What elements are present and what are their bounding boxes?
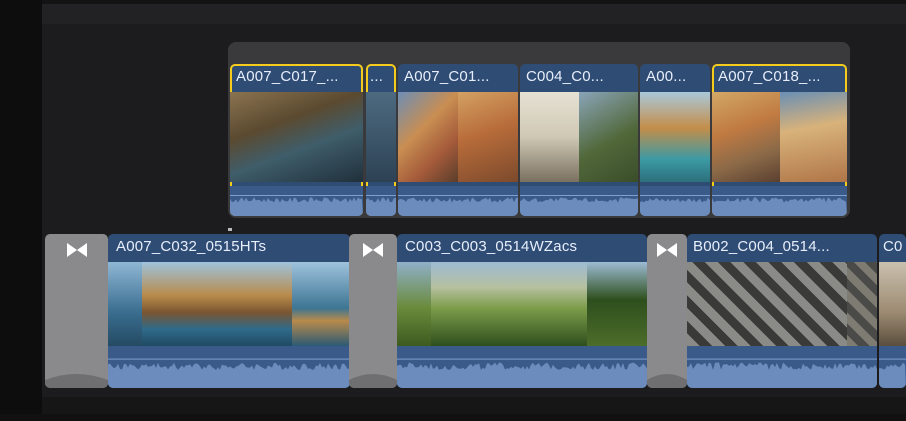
clip-filmstrip	[108, 262, 350, 346]
clip-title: A007_C017_...	[236, 68, 339, 85]
clip-filmstrip	[520, 92, 638, 182]
clip-filmstrip	[879, 262, 906, 346]
clip-filmstrip	[712, 92, 847, 182]
clip-audio-waveform	[879, 346, 906, 388]
filmstrip-frame	[579, 92, 638, 182]
clip-audio-waveform	[520, 186, 638, 216]
primary-clip-1[interactable]: A007_C032_0515HTs	[108, 234, 350, 388]
clip-filmstrip	[398, 92, 518, 182]
filmstrip-frame	[520, 92, 579, 182]
clip-filmstrip	[687, 262, 877, 346]
bowtie-transition-icon	[647, 238, 687, 262]
clip-audio-waveform	[640, 186, 710, 216]
clip-audio-waveform	[687, 346, 877, 388]
transition-2[interactable]	[349, 234, 397, 388]
filmstrip-frame	[230, 92, 363, 182]
waveform-graphic	[712, 195, 847, 216]
filmstrip-frame	[397, 262, 431, 346]
clip-filmstrip	[230, 92, 363, 182]
filmstrip-frame	[108, 262, 142, 346]
filmstrip-frame	[847, 262, 877, 346]
waveform-graphic	[230, 195, 363, 216]
clip-title: C004_C0...	[526, 68, 604, 85]
clip-audio-waveform	[398, 186, 518, 216]
filmstrip-frame	[687, 262, 847, 346]
transition-audio-crossfade	[45, 374, 108, 388]
filmstrip-frame	[142, 262, 292, 346]
waveform-graphic	[108, 358, 350, 388]
timeline-stage: A007_C017_... ... A007_C01... C004_C0...…	[0, 0, 906, 421]
primary-clip-4[interactable]: C0	[879, 234, 906, 388]
clip-title: ...	[370, 68, 384, 85]
waveform-graphic	[520, 195, 638, 216]
timeline-left-gutter	[0, 0, 42, 421]
timeline-ruler[interactable]	[42, 4, 906, 24]
clip-filmstrip	[366, 92, 396, 182]
timeline-bottom-strip	[0, 414, 906, 421]
clip-title: C003_C003_0514WZacs	[405, 238, 578, 255]
connected-clip-1[interactable]: A007_C017_...	[230, 64, 363, 216]
clip-title: A00...	[646, 68, 687, 85]
filmstrip-frame	[458, 92, 518, 182]
clip-audio-waveform	[108, 346, 350, 388]
transition-3[interactable]	[647, 234, 687, 388]
filmstrip-frame	[879, 262, 906, 346]
waveform-graphic	[398, 195, 518, 216]
clip-filmstrip	[640, 92, 710, 182]
primary-clip-3[interactable]: B002_C004_0514...	[687, 234, 877, 388]
transition-1[interactable]	[45, 234, 108, 388]
clip-title: A007_C01...	[404, 68, 490, 85]
clip-audio-waveform	[397, 346, 647, 388]
filmstrip-frame	[640, 92, 710, 182]
filmstrip-frame	[292, 262, 350, 346]
filmstrip-frame	[712, 92, 780, 182]
bowtie-transition-icon	[45, 238, 108, 262]
filmstrip-frame	[431, 262, 587, 346]
clip-title: A007_C032_0515HTs	[116, 238, 267, 255]
clip-title: B002_C004_0514...	[693, 238, 830, 255]
clip-audio-waveform	[366, 186, 396, 216]
clip-title: C0	[883, 238, 903, 255]
clip-audio-waveform	[230, 186, 363, 216]
filmstrip-frame	[366, 92, 396, 182]
clip-filmstrip	[397, 262, 647, 346]
range-marker	[228, 228, 232, 231]
connected-clip-6[interactable]: A007_C018_...	[712, 64, 847, 216]
connected-clip-2[interactable]: ...	[366, 64, 396, 216]
connected-clip-3[interactable]: A007_C01...	[398, 64, 518, 216]
connected-clip-4[interactable]: C004_C0...	[520, 64, 638, 216]
clip-audio-waveform	[712, 186, 847, 216]
filmstrip-frame	[398, 92, 458, 182]
waveform-graphic	[366, 195, 396, 216]
transition-audio-crossfade	[647, 374, 687, 388]
clip-title: A007_C018_...	[718, 68, 821, 85]
primary-clip-2[interactable]: C003_C003_0514WZacs	[397, 234, 647, 388]
filmstrip-frame	[779, 92, 847, 182]
filmstrip-frame	[587, 262, 647, 346]
waveform-graphic	[640, 195, 710, 216]
waveform-graphic	[397, 358, 647, 388]
waveform-graphic	[879, 358, 906, 388]
bowtie-transition-icon	[349, 238, 397, 262]
waveform-graphic	[687, 358, 877, 388]
transition-audio-crossfade	[349, 374, 397, 388]
connected-clip-5[interactable]: A00...	[640, 64, 710, 216]
